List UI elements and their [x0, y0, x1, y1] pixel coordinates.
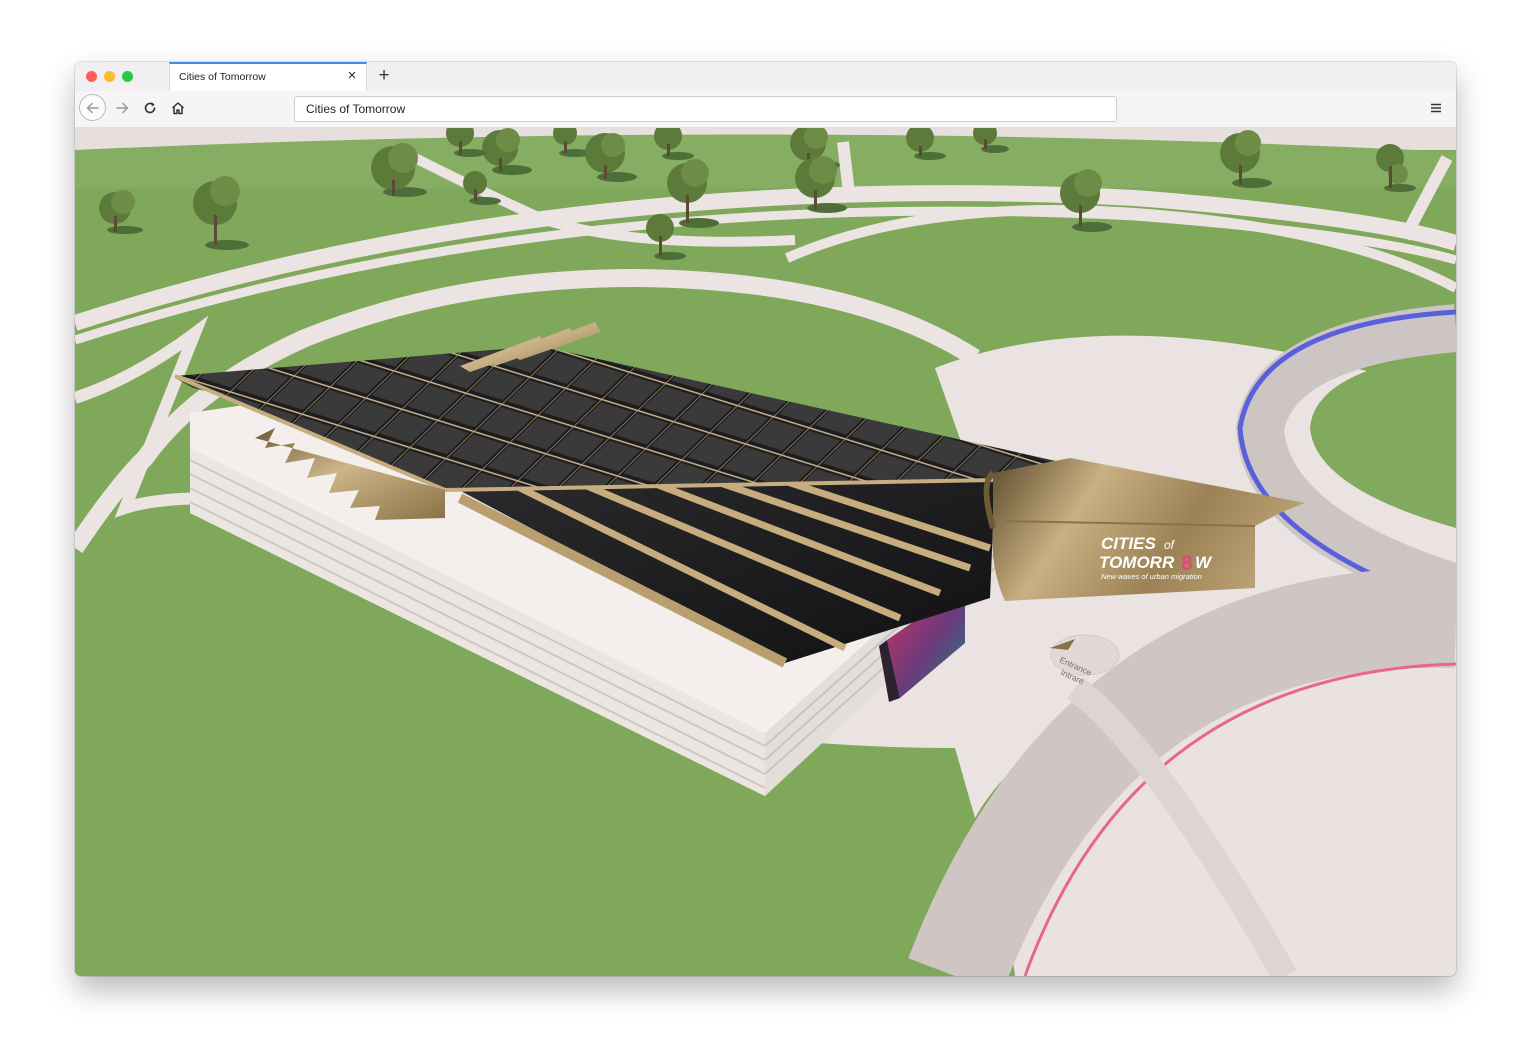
home-button[interactable]	[165, 95, 191, 121]
sign-line-1: CITIES	[1101, 534, 1156, 553]
maximize-window-button[interactable]	[122, 71, 133, 82]
navigation-bar: Cities of Tomorrow	[75, 91, 1456, 128]
north-path	[837, 141, 856, 203]
back-button[interactable]	[79, 94, 106, 121]
tab-title: Cities of Tomorrow	[179, 71, 266, 83]
sign-of: of	[1164, 538, 1176, 552]
scene-canvas[interactable]: CITIES of TOMORR 8 W New waves of urban …	[75, 128, 1456, 976]
sign-tagline: New waves of urban migration	[1101, 572, 1202, 581]
forward-arrow-icon	[116, 102, 129, 114]
reload-button[interactable]	[137, 95, 163, 121]
plus-icon[interactable]: +	[374, 65, 394, 87]
minimize-window-button[interactable]	[104, 71, 115, 82]
menu-button[interactable]	[1424, 96, 1448, 120]
sign-line-2a: TOMORR	[1099, 553, 1175, 572]
close-icon[interactable]: ×	[344, 68, 360, 84]
hamburger-menu-icon	[1431, 103, 1441, 113]
tab-bar: Cities of Tomorrow × +	[75, 62, 1456, 92]
url-bar[interactable]: Cities of Tomorrow	[294, 96, 1117, 122]
close-window-button[interactable]	[86, 71, 97, 82]
tab-cities-of-tomorrow[interactable]: Cities of Tomorrow ×	[169, 62, 367, 91]
sign-line-2c: W	[1195, 553, 1213, 572]
browser-window: Cities of Tomorrow × + Cities of Tomorro…	[75, 62, 1456, 976]
url-text: Cities of Tomorrow	[306, 102, 406, 116]
home-icon	[171, 102, 185, 115]
forward-button[interactable]	[109, 95, 135, 121]
back-arrow-icon	[86, 102, 99, 113]
reload-icon	[144, 102, 156, 114]
3d-scene-viewport[interactable]: CITIES of TOMORR 8 W New waves of urban …	[75, 128, 1456, 976]
